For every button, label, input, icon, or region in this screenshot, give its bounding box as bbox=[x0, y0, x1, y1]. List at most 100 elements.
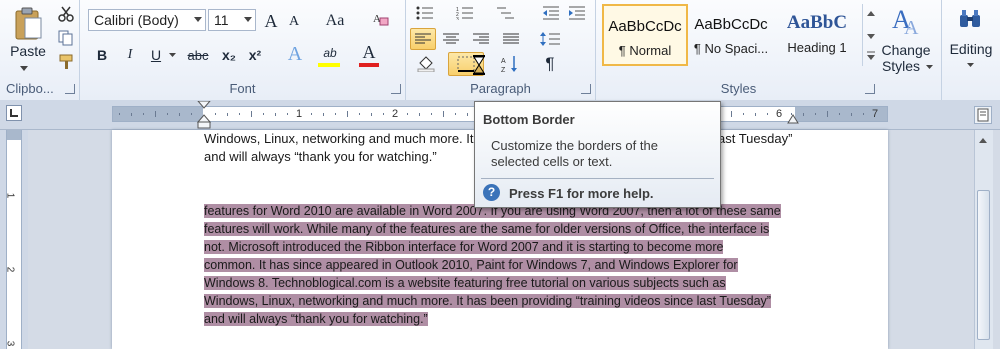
numbering-icon[interactable]: 123 bbox=[452, 2, 478, 24]
font-size-dropdown-icon[interactable] bbox=[244, 17, 252, 22]
grow-font-button[interactable]: A bbox=[260, 10, 282, 32]
increase-indent-icon[interactable] bbox=[566, 2, 588, 24]
change-styles-label-1[interactable]: Change bbox=[876, 42, 936, 58]
style-normal-sample: AaBbCcDc bbox=[608, 18, 682, 35]
text-effects-button[interactable]: A bbox=[284, 42, 306, 66]
strikethrough-button[interactable]: abc bbox=[184, 44, 212, 66]
bold-button[interactable]: B bbox=[92, 44, 112, 66]
font-color-button[interactable]: A bbox=[358, 40, 380, 64]
binoculars-icon[interactable] bbox=[952, 4, 988, 34]
superscript-button[interactable]: x² bbox=[244, 44, 266, 66]
subscript-button[interactable]: x₂ bbox=[218, 44, 240, 66]
underline-dropdown-icon[interactable] bbox=[166, 44, 178, 66]
paste-button[interactable]: Paste bbox=[6, 42, 50, 60]
selected-line-text: and will always “thank you for watching.… bbox=[204, 312, 428, 326]
selected-line-text: common. It has since appeared in Outlook… bbox=[204, 258, 738, 272]
vruler-number: 3 bbox=[4, 340, 16, 347]
ruler-tick bbox=[263, 113, 264, 115]
editing-button[interactable]: Editing bbox=[942, 40, 1000, 58]
shrink-font-button[interactable]: A bbox=[284, 12, 304, 32]
ruler-tick bbox=[179, 113, 180, 116]
selected-paragraph[interactable]: features for Word 2010 are available in … bbox=[204, 202, 804, 328]
ruler-tick bbox=[455, 113, 456, 115]
ruler-tick bbox=[215, 113, 216, 115]
clipboard-launcher-icon[interactable] bbox=[65, 84, 75, 94]
vruler-number: 2 bbox=[4, 266, 16, 273]
selected-line: features will work. While many of the fe… bbox=[204, 220, 804, 238]
bullets-icon[interactable] bbox=[412, 2, 438, 24]
font-name-combo[interactable]: Calibri (Body) bbox=[88, 9, 206, 31]
paste-icon[interactable] bbox=[6, 2, 50, 46]
align-center-button[interactable] bbox=[438, 28, 464, 50]
highlight-button[interactable]: ab bbox=[318, 42, 342, 64]
clear-formatting-icon[interactable]: A bbox=[370, 8, 392, 30]
scroll-up-icon[interactable] bbox=[977, 134, 990, 147]
svg-text:3: 3 bbox=[456, 17, 459, 20]
align-left-button[interactable] bbox=[410, 28, 436, 50]
ruler-tick bbox=[755, 113, 756, 116]
change-styles-label-2[interactable]: Styles bbox=[876, 58, 926, 74]
ruler-tick bbox=[815, 113, 816, 115]
ruler-number: 1 bbox=[295, 108, 303, 120]
font-size-combo[interactable]: 11 bbox=[208, 9, 256, 31]
ruler-tick bbox=[383, 113, 384, 115]
font-color-swatch bbox=[359, 63, 379, 67]
cut-icon[interactable] bbox=[56, 4, 76, 24]
tab-selector-icon[interactable] bbox=[6, 105, 22, 121]
ruler-tick bbox=[743, 113, 744, 115]
line-spacing-icon[interactable] bbox=[536, 28, 566, 50]
show-formatting-button[interactable]: ¶ bbox=[538, 52, 562, 76]
style-heading-1[interactable]: AaBbC Heading 1 bbox=[774, 4, 860, 66]
ruler-tick bbox=[467, 113, 468, 116]
shading-icon[interactable] bbox=[412, 52, 440, 74]
ruler-tick bbox=[407, 113, 408, 115]
ruler-tick bbox=[131, 113, 132, 116]
indent-marker-icon[interactable] bbox=[197, 101, 211, 131]
editing-group: Editing bbox=[942, 0, 1000, 100]
decrease-indent-icon[interactable] bbox=[540, 2, 562, 24]
tooltip-title: Bottom Border bbox=[483, 112, 575, 127]
styles-group-label: Styles bbox=[720, 81, 757, 96]
help-icon: ? bbox=[483, 184, 500, 201]
style-no-spacing-name: ¶ No Spaci... bbox=[693, 41, 769, 56]
font-name-dropdown-icon[interactable] bbox=[194, 17, 202, 22]
font-name-value: Calibri (Body) bbox=[94, 12, 179, 28]
selected-line: Windows 8. Technoblogical.com is a websi… bbox=[204, 274, 804, 292]
style-normal[interactable]: AaBbCcDc ¶ Normal bbox=[602, 4, 688, 66]
svg-text:Z: Z bbox=[501, 67, 506, 73]
paragraph-launcher-icon[interactable] bbox=[581, 84, 591, 94]
change-case-button[interactable]: Aa bbox=[320, 10, 350, 32]
ruler-tick bbox=[851, 113, 852, 116]
ruler-tick bbox=[431, 113, 432, 115]
scroll-thumb[interactable] bbox=[977, 190, 990, 340]
vruler-number: 1 bbox=[4, 192, 16, 199]
ruler-tick bbox=[119, 113, 120, 115]
tooltip-divider bbox=[481, 178, 714, 179]
view-ruler-button[interactable] bbox=[974, 106, 992, 124]
editing-dropdown-icon[interactable] bbox=[964, 60, 976, 70]
selected-line-text: features will work. While many of the fe… bbox=[204, 222, 770, 236]
styles-launcher-icon[interactable] bbox=[865, 84, 875, 94]
selected-line-text: not. Microsoft introduced the Ribbon int… bbox=[204, 240, 724, 254]
right-indent-marker-icon[interactable] bbox=[787, 112, 799, 124]
multilevel-list-icon[interactable] bbox=[492, 2, 518, 24]
vertical-ruler[interactable]: 1 2 3 bbox=[0, 130, 28, 349]
ruler-tick bbox=[323, 113, 324, 116]
highlight-color-swatch bbox=[318, 63, 340, 67]
style-no-spacing[interactable]: AaBbCcDc ¶ No Spaci... bbox=[688, 4, 774, 66]
ruler-tick bbox=[239, 113, 240, 115]
font-launcher-icon[interactable] bbox=[391, 84, 401, 94]
italic-button[interactable]: I bbox=[120, 44, 140, 66]
format-painter-icon[interactable] bbox=[56, 52, 76, 72]
underline-button[interactable]: U bbox=[146, 44, 166, 66]
justify-button[interactable] bbox=[498, 28, 524, 50]
change-styles-dropdown-icon[interactable] bbox=[924, 62, 934, 72]
change-styles-icon[interactable]: AA bbox=[886, 2, 926, 40]
copy-icon[interactable] bbox=[56, 28, 76, 48]
selected-line: not. Microsoft introduced the Ribbon int… bbox=[204, 238, 804, 256]
align-right-button[interactable] bbox=[468, 28, 494, 50]
paste-dropdown-icon[interactable] bbox=[9, 62, 39, 74]
svg-text:A: A bbox=[904, 17, 919, 38]
vertical-scrollbar[interactable] bbox=[974, 130, 993, 349]
sort-icon[interactable]: AZ bbox=[498, 52, 522, 76]
